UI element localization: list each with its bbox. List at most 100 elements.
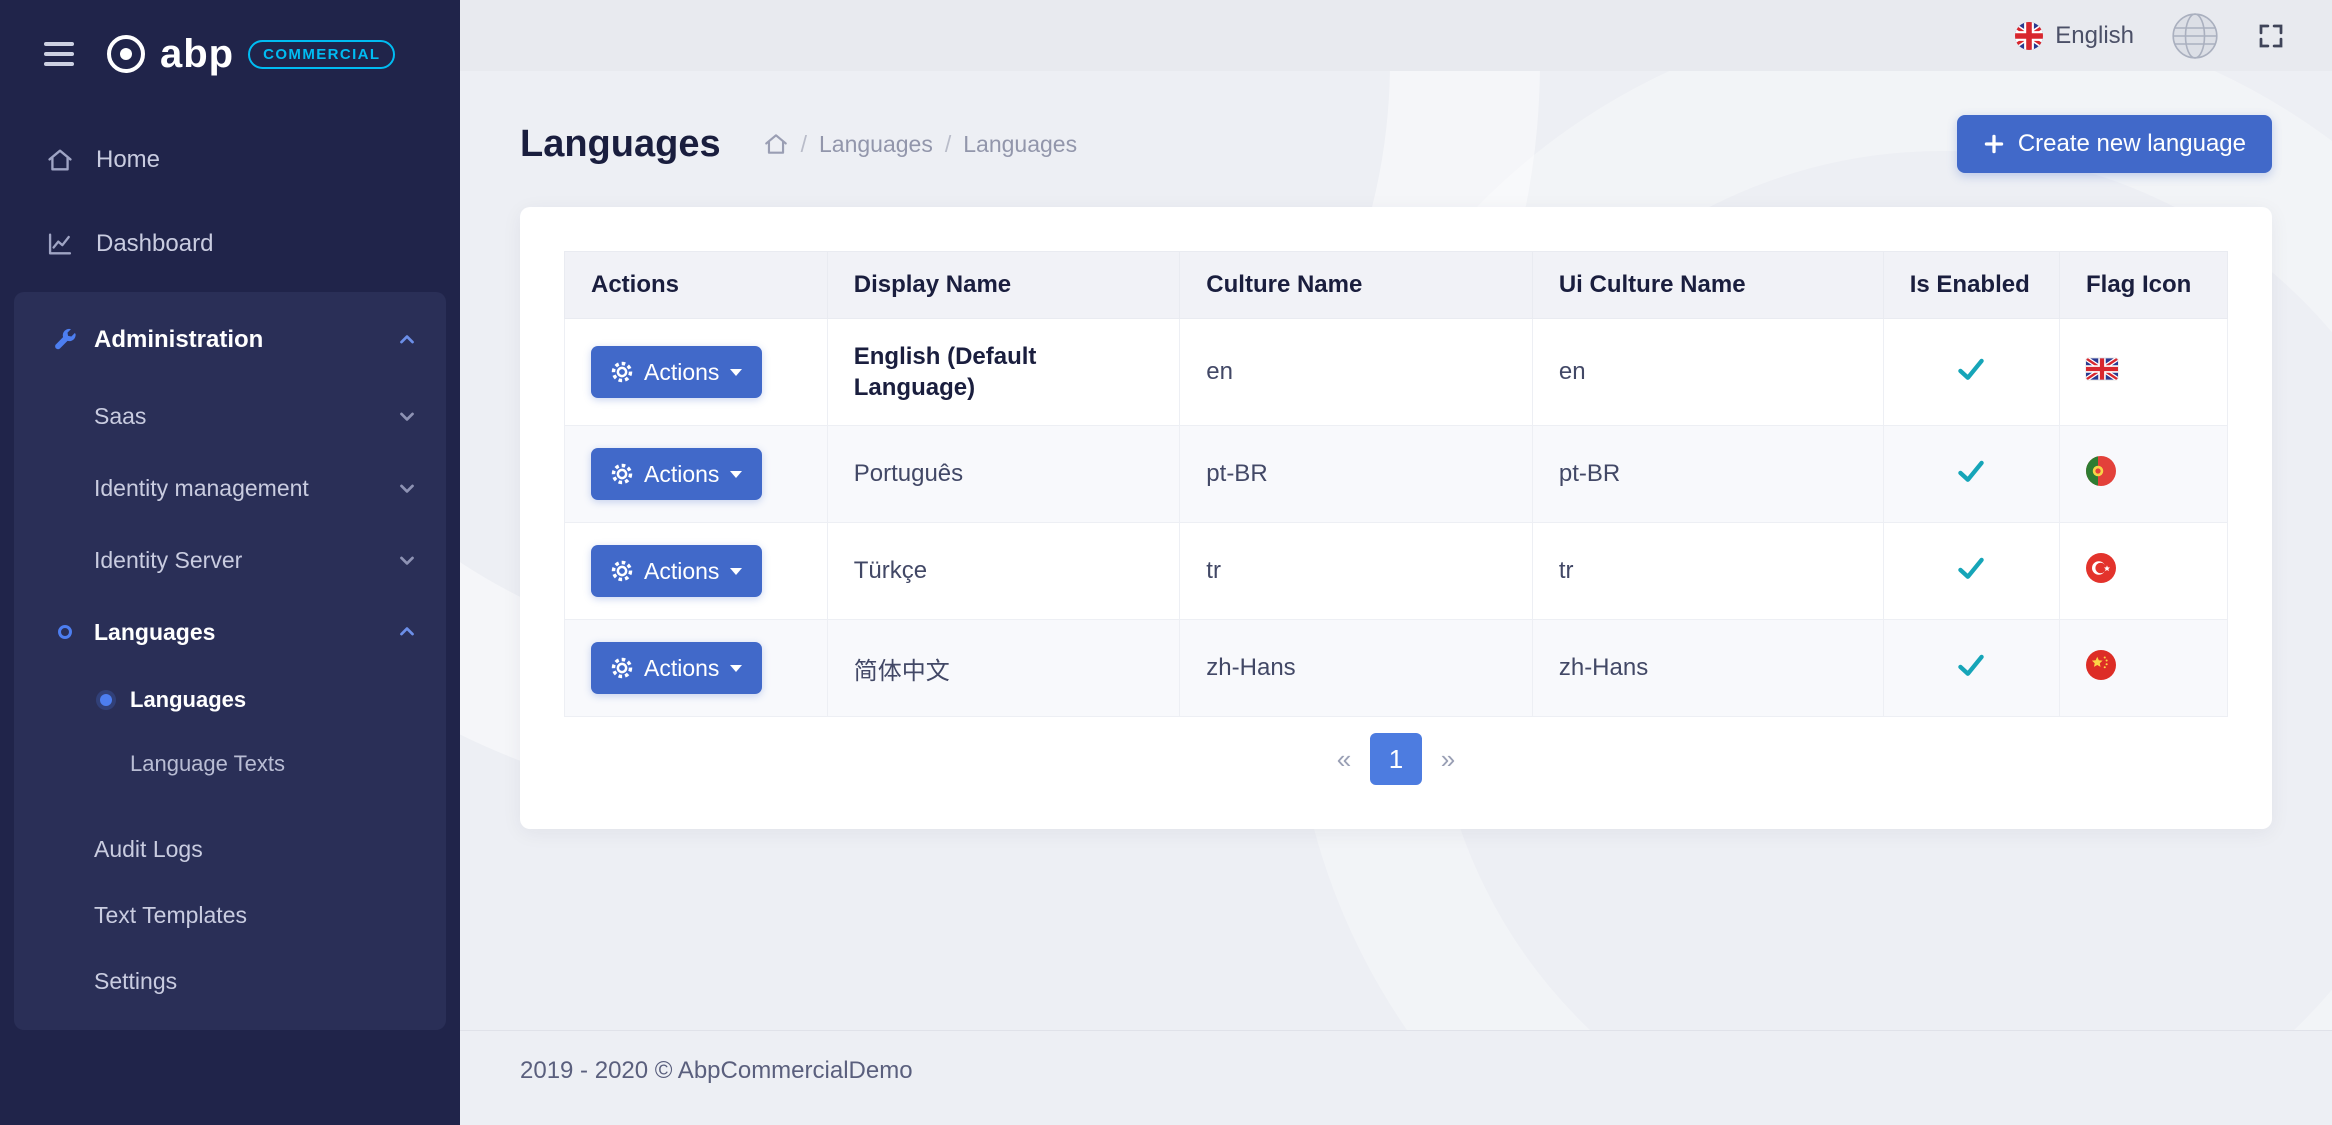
home-icon — [46, 146, 74, 174]
topbar: English — [460, 0, 2332, 71]
display-name-cell: Português — [827, 426, 1180, 523]
sidebar-item-saas[interactable]: Saas — [14, 380, 446, 452]
sidebar-item-language-texts[interactable]: Language Texts — [14, 732, 446, 796]
display-name-cell: 简体中文 — [827, 620, 1180, 717]
table-row: Actions Português pt-BR pt-BR — [565, 426, 2228, 523]
breadcrumb-separator: / — [945, 131, 951, 158]
sidebar-item-audit-logs[interactable]: Audit Logs — [14, 816, 446, 882]
check-icon — [1956, 562, 1986, 589]
sidebar-item-languages[interactable]: Languages — [14, 668, 446, 732]
page-header: Languages / Languages / Languages Create… — [520, 115, 2272, 173]
sidebar-item-settings[interactable]: Settings — [14, 948, 446, 1014]
languages-table-card: Actions Display Name Culture Name Ui Cul… — [520, 207, 2272, 829]
sidebar-item-label: Languages — [94, 619, 215, 646]
bullet-ring-icon — [58, 625, 72, 639]
chevron-down-icon — [396, 477, 418, 499]
copyright-text: 2019 - 2020 © AbpCommercialDemo — [520, 1057, 913, 1084]
column-header-display-name: Display Name — [827, 252, 1180, 319]
sidebar-item-label: Text Templates — [94, 902, 247, 929]
sidebar-item-label: Identity management — [94, 475, 309, 502]
breadcrumb-item-languages-2[interactable]: Languages — [963, 131, 1077, 158]
check-icon — [1956, 465, 1986, 492]
wrench-icon — [50, 326, 78, 354]
avatar[interactable] — [2172, 13, 2218, 59]
sidebar-item-label: Home — [96, 146, 160, 174]
flag-gb-icon — [2086, 358, 2118, 380]
brand-logo[interactable]: abp COMMERCIAL — [104, 32, 395, 77]
pagination-prev[interactable]: « — [1318, 733, 1370, 785]
administration-group: Administration Saas Identity management … — [14, 292, 446, 1030]
ui-culture-name-cell: tr — [1532, 523, 1883, 620]
sidebar-item-label: Languages — [130, 687, 246, 713]
column-header-culture-name: Culture Name — [1180, 252, 1533, 319]
pagination: « 1 » — [564, 733, 2228, 785]
breadcrumb-separator: / — [801, 131, 807, 158]
check-icon — [1956, 659, 1986, 686]
row-actions-button[interactable]: Actions — [591, 545, 762, 597]
caret-down-icon — [730, 471, 742, 478]
dashboard-chart-icon — [46, 230, 74, 258]
column-header-flag-icon: Flag Icon — [2060, 252, 2228, 319]
create-new-language-button[interactable]: Create new language — [1957, 115, 2272, 173]
column-header-is-enabled: Is Enabled — [1883, 252, 2059, 319]
flag-pt-icon — [2086, 456, 2116, 486]
row-actions-button[interactable]: Actions — [591, 642, 762, 694]
row-actions-button[interactable]: Actions — [591, 346, 762, 398]
content: Languages / Languages / Languages Create… — [460, 71, 2332, 1030]
display-name-cell: Türkçe — [827, 523, 1180, 620]
sidebar-item-languages-group[interactable]: Languages — [14, 596, 446, 668]
brand-name: abp — [160, 32, 234, 77]
breadcrumb-item-languages[interactable]: Languages — [819, 131, 933, 158]
sidebar-item-identity-server[interactable]: Identity Server — [14, 524, 446, 596]
pagination-page-1[interactable]: 1 — [1370, 733, 1422, 785]
culture-name-cell: en — [1180, 319, 1533, 426]
chevron-up-icon — [396, 621, 418, 643]
sidebar-item-text-templates[interactable]: Text Templates — [14, 882, 446, 948]
row-actions-button[interactable]: Actions — [591, 448, 762, 500]
check-icon — [1956, 363, 1986, 390]
breadcrumb-home-icon[interactable] — [763, 131, 789, 157]
brand-badge: COMMERCIAL — [248, 40, 395, 69]
fullscreen-icon[interactable] — [2256, 21, 2286, 51]
sidebar-nav: Home Dashboard Administration Saas — [0, 118, 460, 1030]
flag-tr-icon — [2086, 553, 2116, 583]
table-header-row: Actions Display Name Culture Name Ui Cul… — [565, 252, 2228, 319]
sidebar-item-label: Settings — [94, 968, 177, 995]
ui-culture-name-cell: zh-Hans — [1532, 620, 1883, 717]
sidebar-item-identity-management[interactable]: Identity management — [14, 452, 446, 524]
caret-down-icon — [730, 369, 742, 376]
caret-down-icon — [730, 568, 742, 575]
table-row: Actions Türkçe tr tr — [565, 523, 2228, 620]
language-label: English — [2055, 22, 2134, 50]
gear-icon — [611, 463, 633, 485]
ui-culture-name-cell: en — [1532, 319, 1883, 426]
sidebar-item-dashboard[interactable]: Dashboard — [0, 202, 460, 286]
abp-logo-icon — [104, 32, 148, 76]
uk-flag-icon — [2015, 22, 2043, 50]
sidebar-header: abp COMMERCIAL — [0, 0, 460, 108]
plus-icon — [1983, 133, 2005, 155]
sidebar-item-label: Administration — [94, 326, 263, 354]
chevron-down-icon — [396, 549, 418, 571]
menu-toggle-icon[interactable] — [44, 42, 74, 66]
column-header-actions: Actions — [565, 252, 828, 319]
flag-cn-icon — [2086, 650, 2116, 680]
language-selector[interactable]: English — [2015, 22, 2134, 50]
sidebar-item-label: Saas — [94, 403, 146, 430]
culture-name-cell: zh-Hans — [1180, 620, 1533, 717]
bullet-dot-icon — [100, 694, 112, 706]
sidebar-item-administration[interactable]: Administration — [14, 300, 446, 380]
sidebar-item-label: Identity Server — [94, 547, 242, 574]
gear-icon — [611, 560, 633, 582]
gear-icon — [611, 361, 633, 383]
chevron-up-icon — [396, 329, 418, 351]
table-row: Actions 简体中文 zh-Hans zh-Hans — [565, 620, 2228, 717]
chevron-down-icon — [396, 405, 418, 427]
languages-table: Actions Display Name Culture Name Ui Cul… — [564, 251, 2228, 717]
pagination-next[interactable]: » — [1422, 733, 1474, 785]
ui-culture-name-cell: pt-BR — [1532, 426, 1883, 523]
page-title: Languages — [520, 123, 721, 166]
sidebar-item-home[interactable]: Home — [0, 118, 460, 202]
culture-name-cell: pt-BR — [1180, 426, 1533, 523]
table-row: Actions English (Default Language) en en — [565, 319, 2228, 426]
